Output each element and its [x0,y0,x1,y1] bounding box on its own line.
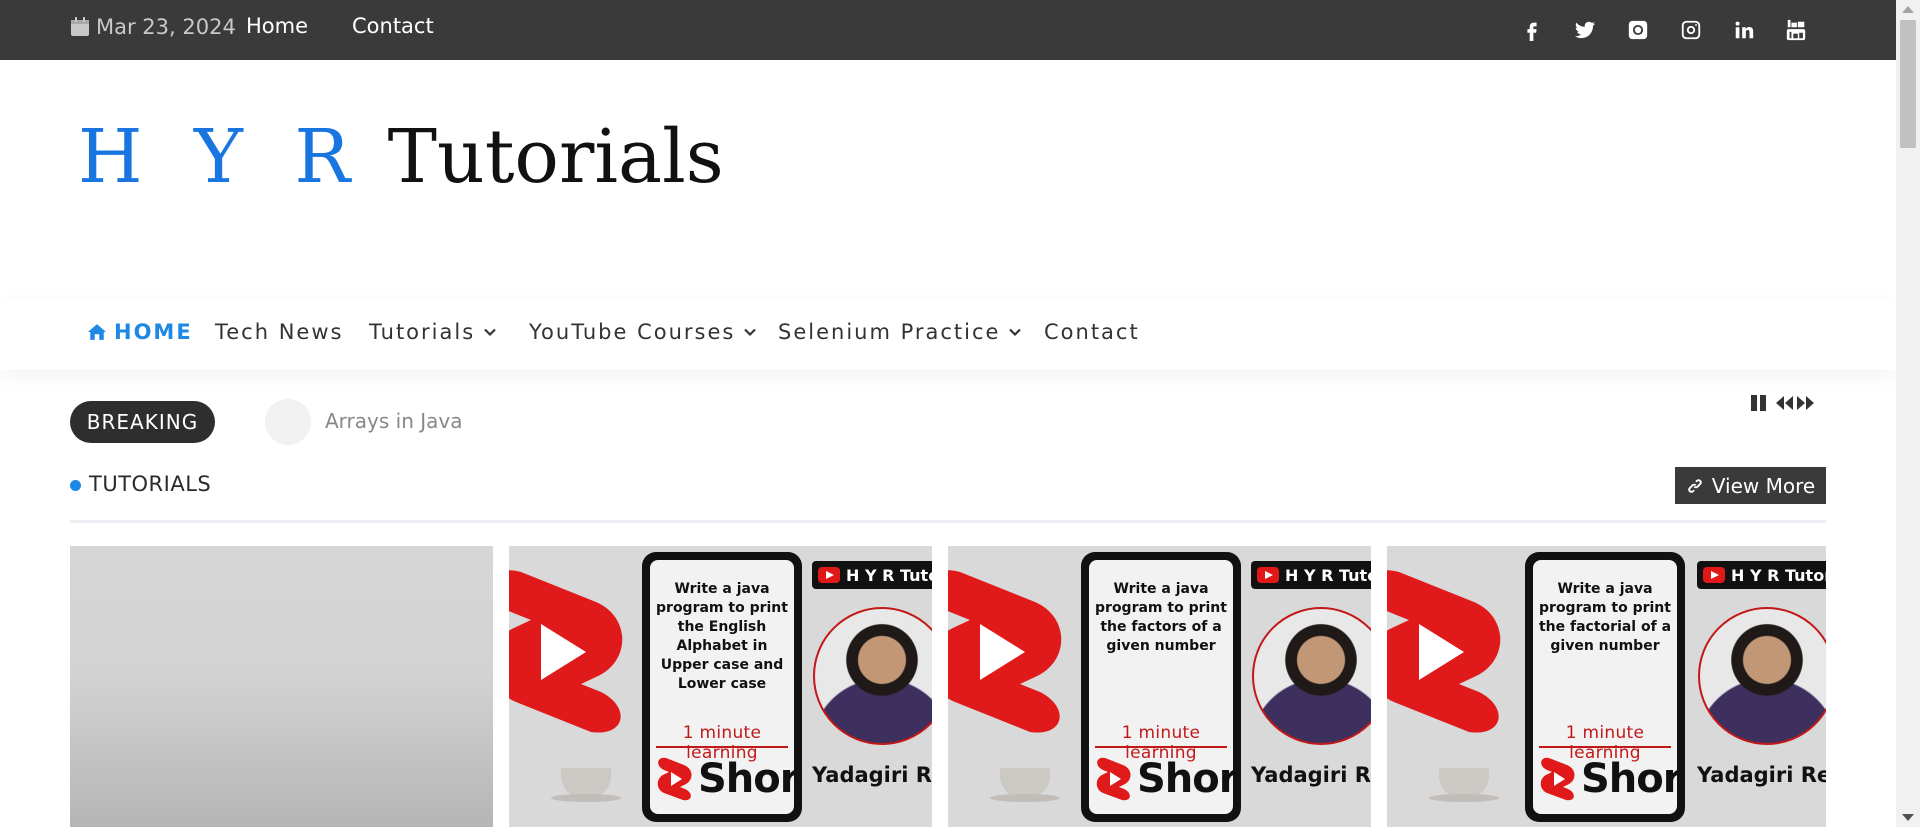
home-icon [88,324,106,340]
shorts-icon [1096,757,1131,801]
youtube-icon [1257,567,1279,583]
scroll-up-arrow[interactable] [1902,6,1914,13]
chevron-down-icon [1009,328,1022,337]
logo-hyr: H Y R [78,114,365,200]
site-logo[interactable]: H Y R Tutorials [78,112,724,202]
channel-badge: H Y R Tutorials [1697,561,1826,589]
author-name: Yadagiri Reddy [1251,763,1371,787]
instagram-icon[interactable] [1678,17,1704,43]
card-program-text: Write a java program to print the factor… [1095,581,1227,654]
pause-icon[interactable] [1749,393,1769,413]
author-avatar [1698,607,1826,745]
channel-name: H Y R Tutorials [1285,565,1371,585]
calendar-icon [71,17,89,36]
youtube-shorts-logo [1387,570,1501,733]
nav-tech-news-label: Tech News [215,320,344,344]
channel-name: H Y R Tutorials [1731,565,1826,585]
shorts-wordmark: Shorts [698,756,794,802]
channel-badge: H Y R Tutorials [1251,561,1371,589]
github-icon[interactable] [1625,17,1651,43]
tutorial-card[interactable]: Write a java program to print the Englis… [509,546,932,827]
linkedin-icon[interactable] [1731,17,1757,43]
card-program-text: Write a java program to print the Englis… [656,581,788,692]
youtube-icon [1703,567,1725,583]
youtube-shorts-logo [948,570,1062,733]
nav-home-label: HOME [114,320,193,344]
logo-tutorials: Tutorials [364,114,724,200]
next-icon[interactable] [1796,393,1816,413]
link-icon [1688,478,1702,493]
phone-mockup: Write a java program to print the Englis… [642,552,802,822]
scroll-thumb[interactable] [1900,20,1916,148]
section-marker [70,480,81,491]
facebook-icon[interactable] [1519,17,1545,43]
phone-mockup: Write a java program to print the factor… [1081,552,1241,822]
page: Mar 23, 2024 Home Contact H Y R Tutorial… [0,0,1920,827]
shorts-icon [657,757,692,801]
card-program-text: Write a java program to print the factor… [1538,581,1672,654]
previous-icon[interactable] [1774,393,1794,413]
nav-selenium-practice-label: Selenium Practice [778,320,1001,344]
page-scrollbar[interactable] [1896,0,1920,827]
top-bar: Mar 23, 2024 Home Contact [0,0,1896,60]
author-avatar [813,607,932,745]
channel-name: H Y R Tutorials [846,565,932,585]
coffee-cup-decoration [990,768,1060,802]
ticker-headline[interactable]: Arrays in Java [325,409,462,433]
channel-badge: H Y R Tutorials [812,561,932,589]
breaking-badge: BREAKING [70,401,215,443]
nav-youtube-courses-label: YouTube Courses [529,320,736,344]
view-more-label: View More [1711,473,1816,498]
shorts-wordmark: Shorts [1581,756,1677,802]
nav-home[interactable]: HOME [88,320,193,344]
tagline-underline [1539,746,1671,748]
shorts-icon [1540,757,1575,801]
chevron-down-icon [484,328,496,337]
top-link-contact[interactable]: Contact [352,14,434,38]
youtube-icon [818,567,840,583]
coffee-cup-decoration [1429,768,1499,802]
section-title: TUTORIALS [89,472,212,496]
nav-tech-news[interactable]: Tech News [215,320,343,344]
nav-tutorials[interactable]: Tutorials [369,320,497,344]
main-nav: HOME Tech News Tutorials YouTube Courses… [0,300,1896,370]
youtube-shorts-logo [509,570,623,733]
twitter-icon[interactable] [1572,17,1598,43]
nav-tutorials-label: Tutorials [369,320,476,344]
ticker-thumbnail[interactable] [265,399,311,445]
scroll-down-arrow[interactable] [1902,814,1914,821]
date-display: Mar 23, 2024 [70,15,236,39]
tutorial-card[interactable]: Write a java program to print the factor… [1387,546,1826,827]
author-avatar [1252,607,1371,745]
shorts-wordmark: Shorts [1137,756,1233,802]
top-link-home[interactable]: Home [246,14,308,38]
nav-contact-label: Contact [1044,320,1140,344]
author-name: Yadagiri Reddy [812,763,932,787]
view-more-button[interactable]: View More [1675,467,1826,504]
nav-contact[interactable]: Contact [1044,320,1140,344]
coffee-cup-decoration [551,768,621,802]
tutorial-card-placeholder[interactable] [70,546,493,827]
date-text: Mar 23, 2024 [96,15,236,39]
section-divider [70,520,1826,523]
nav-selenium-practice[interactable]: Selenium Practice [778,320,1022,344]
tagline-underline [656,746,788,748]
chevron-down-icon [744,328,757,337]
youtube-icon[interactable] [1783,17,1809,43]
phone-mockup: Write a java program to print the factor… [1525,552,1685,822]
author-name: Yadagiri Reddy [1697,763,1826,787]
nav-youtube-courses[interactable]: YouTube Courses [529,320,757,344]
tutorial-card[interactable]: Write a java program to print the factor… [948,546,1371,827]
tagline-underline [1095,746,1227,748]
